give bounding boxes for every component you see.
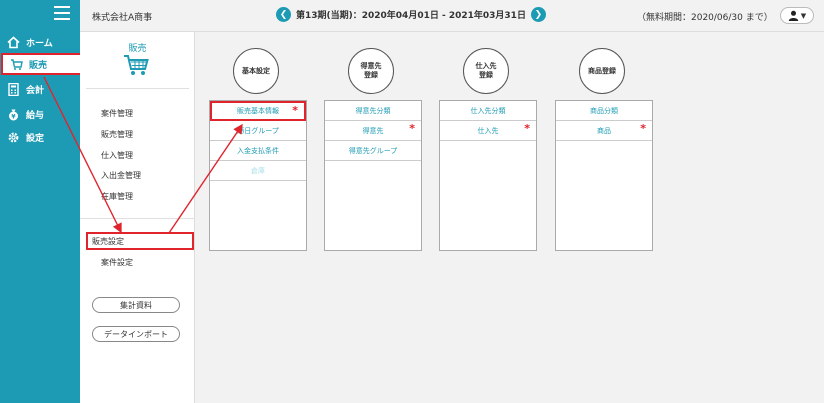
company-name: 株式会社A商事 [92, 13, 153, 23]
fiscal-period-selector: ❮ 第13期(当期)：2020年04月01日 - 2021年03月31日 ❯ [276, 7, 546, 22]
trial-period-text: （無料期間：2020/06/30 まで） [637, 13, 773, 23]
category-product-registration: 商品登録 [579, 48, 625, 94]
settings-column-products: 商品分類 商品 * [555, 100, 653, 251]
settings-column-basic: 販売基本情報 * 締日グループ 入金支払条件 倉庫 [209, 100, 307, 251]
nav-item-settings[interactable]: 設定 [0, 126, 80, 148]
reports-button[interactable]: 集計資料 [92, 297, 180, 313]
category-title: 基本設定 [242, 66, 270, 75]
category-title: 商品登録 [588, 66, 616, 75]
nav-item-label: 設定 [26, 133, 45, 144]
fiscal-period-text: 第13期(当期)：2020年04月01日 - 2021年03月31日 [296, 11, 526, 21]
link-customer-group[interactable]: 得意先グループ [325, 141, 421, 161]
category-title: 得意先 登録 [360, 62, 382, 79]
sub-sidebar-title: 販売 [128, 44, 147, 54]
link-label: 得意先 [362, 126, 384, 135]
link-customer-category[interactable]: 得意先分類 [325, 101, 421, 121]
nav-item-payroll[interactable]: ¥ 給与 [0, 103, 80, 125]
link-payment-terms[interactable]: 入金支払条件 [210, 141, 306, 161]
main-content: 基本設定 販売基本情報 * 締日グループ 入金支払条件 倉庫 得意先 登録 得意先… [195, 32, 824, 403]
link-label: 入金支払条件 [237, 146, 279, 155]
calculator-icon [6, 82, 20, 96]
top-bar: 株式会社A商事 ❮ 第13期(当期)：2020年04月01日 - 2021年03… [80, 0, 824, 32]
required-mark: * [409, 122, 415, 135]
hamburger-menu-icon[interactable] [54, 6, 70, 20]
data-import-button[interactable]: データインポート [92, 326, 180, 342]
link-label: 商品分類 [590, 106, 618, 115]
category-supplier-registration: 仕入先 登録 [463, 48, 509, 94]
link-supplier-category[interactable]: 仕入先分類 [440, 101, 536, 121]
user-icon [788, 10, 798, 21]
sub-sidebar: 販売 案件管理 販売管理 仕入管理 入出金管理 在庫管理 販売設定 案件設定 集… [80, 32, 195, 403]
divider [86, 88, 189, 89]
link-product[interactable]: 商品 * [556, 121, 652, 141]
link-label: 得意先分類 [355, 106, 391, 115]
sidebar-item-sales[interactable]: 販売管理 [101, 129, 133, 140]
category-customer-registration: 得意先 登録 [348, 48, 394, 94]
settings-column-suppliers: 仕入先分類 仕入先 * [439, 100, 537, 251]
required-mark: * [640, 122, 646, 135]
sidebar-item-purchases[interactable]: 仕入管理 [101, 150, 133, 161]
chevron-down-icon: ▼ [800, 11, 807, 20]
category-basic-settings: 基本設定 [233, 48, 279, 94]
link-label: 販売基本情報 [237, 107, 279, 115]
money-bag-icon: ¥ [6, 107, 20, 121]
link-supplier[interactable]: 仕入先 * [440, 121, 536, 141]
category-title: 仕入先 登録 [475, 62, 497, 79]
link-label: 倉庫 [251, 166, 265, 175]
left-nav: ホーム 販売 会計 ¥ 給与 設定 [0, 0, 83, 403]
app-window: ホーム 販売 会計 ¥ 給与 設定 株式会社A商事 ❮ 第13期(当期)：202… [0, 0, 824, 403]
nav-item-home[interactable]: ホーム [0, 31, 80, 53]
nav-item-label: 給与 [26, 110, 45, 121]
prev-period-button[interactable]: ❮ [276, 7, 291, 22]
user-menu-button[interactable]: ▼ [780, 7, 814, 24]
divider [80, 218, 195, 219]
cart-icon [9, 57, 23, 71]
home-icon [6, 35, 20, 49]
nav-item-label: 会計 [26, 85, 45, 96]
link-label: 仕入先 [477, 126, 499, 135]
sidebar-item-inventory[interactable]: 在庫管理 [101, 191, 133, 202]
nav-item-label: ホーム [26, 38, 53, 49]
sidebar-item-project-settings[interactable]: 案件設定 [101, 257, 133, 268]
cart-icon [123, 54, 149, 80]
link-label: 得意先グループ [348, 146, 398, 155]
link-warehouse: 倉庫 [210, 161, 306, 181]
link-label: 仕入先分類 [470, 106, 506, 115]
link-label: 締日グループ [237, 126, 279, 135]
nav-item-sales[interactable]: 販売 [1, 53, 83, 75]
next-period-button[interactable]: ❯ [530, 7, 546, 22]
sidebar-item-sales-settings[interactable]: 販売設定 [86, 232, 194, 250]
sidebar-item-payments[interactable]: 入出金管理 [101, 170, 141, 181]
required-mark: * [292, 104, 298, 117]
link-product-category[interactable]: 商品分類 [556, 101, 652, 121]
link-closing-date-group[interactable]: 締日グループ [210, 121, 306, 141]
link-label: 商品 [597, 126, 611, 135]
nav-item-label: 販売 [29, 60, 48, 71]
gear-icon [6, 130, 20, 144]
settings-column-customers: 得意先分類 得意先 * 得意先グループ [324, 100, 422, 251]
nav-item-accounting[interactable]: 会計 [0, 78, 80, 100]
required-mark: * [524, 122, 530, 135]
link-customer[interactable]: 得意先 * [325, 121, 421, 141]
sidebar-item-projects[interactable]: 案件管理 [101, 108, 133, 119]
link-sales-basic-info[interactable]: 販売基本情報 * [210, 101, 306, 121]
